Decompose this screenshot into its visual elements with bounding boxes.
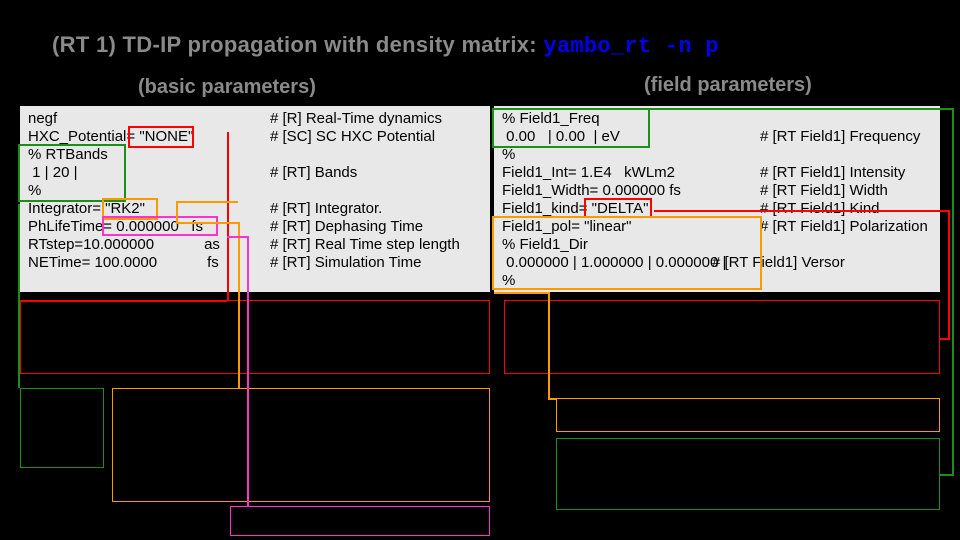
- l6c: # [RT] Integrator.: [270, 200, 382, 218]
- r5: Field1_Width= 0.000000 fs: [502, 182, 681, 199]
- command-text: yambo_rt -n p: [543, 34, 719, 59]
- conn-green-ff-h1: [650, 108, 952, 110]
- r5c: # [RT Field1] Width: [760, 182, 888, 200]
- conn-red-delta-h2: [940, 338, 950, 340]
- conn-green-rtbands: [18, 204, 20, 388]
- title-prefix: (RT 1) TD-IP propagation with density ma…: [52, 32, 543, 57]
- conn-magenta-v: [247, 236, 249, 506]
- r4: Field1_Int= 1.E4 kWLm2: [502, 164, 675, 181]
- l1a: negf: [28, 110, 57, 127]
- note-orange-big: [112, 388, 490, 502]
- r4c: # [RT Field1] Intensity: [760, 164, 905, 182]
- l2c: # [SC] SC HXC Potential: [270, 128, 435, 146]
- conn-orange-fg-h2: [548, 398, 556, 400]
- l1c: # [R] Real-Time dynamics: [270, 110, 442, 128]
- sub-basic: (basic parameters): [138, 76, 316, 99]
- hl-field-freq: [492, 108, 650, 148]
- conn-orange-rk2-h1: [176, 201, 238, 203]
- note-magenta: [230, 506, 490, 536]
- panel-basic: negf HXC_Potential= "NONE" % RTBands 1 |…: [20, 106, 490, 292]
- l6a: Integrator=: [28, 200, 101, 217]
- note-green-small: [20, 388, 104, 468]
- hl-field-group: [492, 216, 762, 290]
- note-red-right: [504, 300, 940, 374]
- conn-orange-rk2-h2: [176, 222, 239, 224]
- hl-phlife: [102, 216, 218, 236]
- note-red-left: [20, 300, 490, 374]
- conn-red-none-v: [227, 132, 229, 300]
- note-orange-small: [556, 398, 940, 432]
- conn-red-none-h: [20, 300, 227, 302]
- hl-none: [128, 126, 194, 148]
- conn-magenta-h: [227, 236, 247, 238]
- conn-red-delta-v: [948, 210, 950, 338]
- l2a: HXC_Potential=: [28, 128, 135, 145]
- note-green-big: [556, 438, 940, 510]
- r2c: # [RT Field1] Frequency: [760, 128, 920, 146]
- slide-stage: (RT 1) TD-IP propagation with density ma…: [0, 0, 960, 540]
- conn-orange-fg-v: [548, 292, 550, 398]
- r6a: Field1_kind=: [502, 200, 587, 217]
- l9a: NETime= 100.0000 fs: [28, 254, 219, 271]
- conn-green-ff-v: [952, 108, 954, 474]
- l8c: # [RT] Real Time step length: [270, 236, 460, 254]
- l7c: # [RT] Dephasing Time: [270, 218, 423, 236]
- r7c: # [RT Field1] Polarization: [760, 218, 928, 236]
- conn-red-delta-h1: [654, 210, 950, 212]
- l8a: RTstep=10.000000 as: [28, 236, 220, 253]
- l9c: # [RT] Simulation Time: [270, 254, 421, 272]
- sub-field: (field parameters): [644, 74, 812, 97]
- conn-orange-rk2-v: [238, 222, 240, 388]
- conn-green-ff-h2: [940, 474, 954, 476]
- l7a: PhLifeTime=: [28, 218, 112, 235]
- slide-title: (RT 1) TD-IP propagation with density ma…: [52, 32, 719, 59]
- hl-delta: [584, 198, 652, 218]
- conn-orange-fg-h1: [494, 292, 549, 294]
- l4c: # [RT] Bands: [270, 164, 357, 182]
- conn-orange-rk2-drop: [176, 201, 178, 222]
- panel-field: % Field1_Freq 0.00 | 0.00 | eV % Field1_…: [494, 106, 940, 292]
- hl-rtbands: [18, 144, 126, 202]
- r6c: # [RT Field1] Kind: [760, 200, 880, 218]
- r3: %: [502, 146, 515, 163]
